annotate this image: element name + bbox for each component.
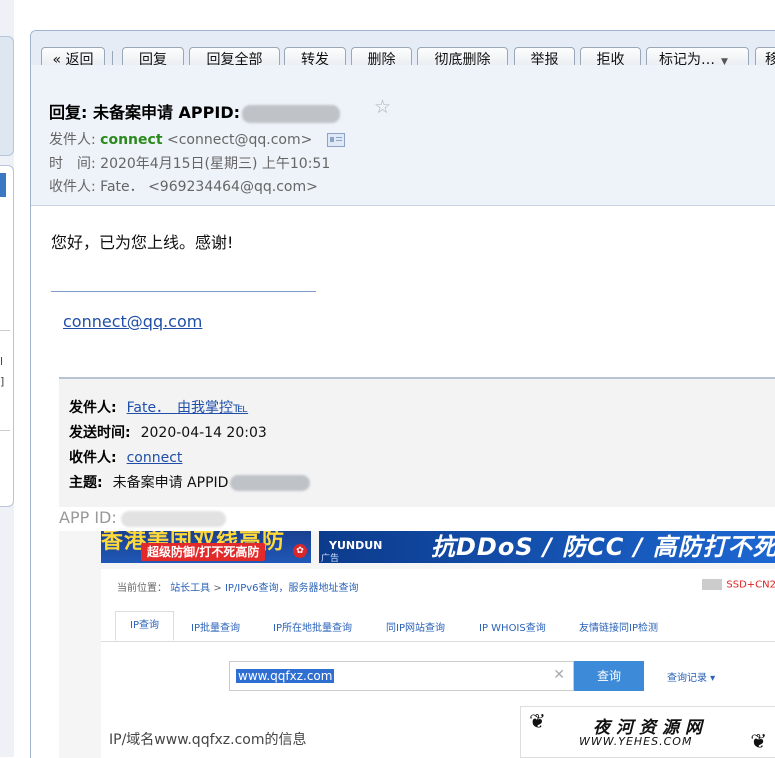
redacted-appid	[242, 104, 341, 123]
time-value: 2020年4月15日(星期三) 上午10:51	[100, 156, 331, 172]
sender-email: <connect@qq.com>	[166, 132, 313, 148]
mail-reader: « 返回 回复 回复全部 转发 删除 彻底删除 举报 拒收 标记为…▼ 移 回复…	[30, 30, 775, 758]
redacted-appid	[230, 475, 311, 491]
ip-search-input: www.qqfxz.com ✕	[229, 661, 574, 691]
ad-left-sub: 超级防御/打不死高防	[141, 543, 266, 561]
contact-card-icon[interactable]	[326, 133, 345, 147]
quote-to-row: 收件人: connect	[69, 447, 182, 467]
breadcrumb-link-tools: 站长工具	[170, 583, 211, 594]
quote-sent-label: 发送时间:	[69, 425, 131, 441]
tab-ip-location-batch: IP所在地批量查询	[273, 623, 352, 634]
sidebar-divider	[0, 330, 10, 331]
sidebar-mark: ]	[0, 375, 5, 388]
ip-search-button: 查询	[574, 661, 644, 691]
tab-ip-whois: IP WHOIS查询	[479, 623, 546, 634]
ssd-ad-text: SSD+CN2	[726, 579, 775, 591]
sidebar-selected-indicator[interactable]	[0, 173, 6, 197]
ad-banner-left: 香港美国双线高防 超级防御/打不死高防 ✿	[101, 531, 311, 563]
tab-link-ip-check: 友情链接同IP检测	[579, 623, 658, 634]
recipient-value: Fate． <969234464@qq.com>	[100, 179, 318, 195]
watermark: ❦ ❦ 夜河资源网 WWW.YEHES.COM	[520, 706, 775, 758]
flag-icon: ✿	[293, 544, 307, 558]
appid-line: APP ID:	[59, 508, 226, 527]
recipient-label: 收件人:	[49, 179, 96, 195]
sender-label: 发件人:	[49, 132, 96, 148]
ip-info-heading: IP/域名www.qqfxz.com的信息	[109, 732, 307, 748]
quote-to-label: 收件人:	[69, 450, 117, 466]
breadcrumb-prefix: 当前位置：	[117, 583, 167, 594]
quote-to-value[interactable]: connect	[127, 450, 183, 466]
tab-same-ip-sites: 同IP网站查询	[386, 623, 445, 634]
quote-subject-label: 主题:	[69, 475, 103, 491]
breadcrumb-separator: >	[210, 583, 225, 594]
sidebar-panel	[0, 36, 14, 156]
ad-right-text: 抗DDoS / 防CC / 高防打不死	[431, 533, 775, 561]
time-label: 时 间:	[49, 156, 96, 172]
ornament-icon: ❦	[529, 709, 546, 733]
redacted-appid	[120, 510, 226, 527]
quoted-message: 发件人: Fate． 由我掌控℡ 发送时间: 2020-04-14 20:03 收件…	[59, 377, 775, 507]
quote-from-row: 发件人: Fate． 由我掌控℡	[69, 397, 248, 417]
ip-search-value: www.qqfxz.com	[236, 669, 335, 683]
quote-subject-row: 主题: 未备案申请 APPID	[69, 472, 311, 492]
mail-subject: 回复: 未备案申请 APPID:	[49, 99, 341, 123]
sidebar-mark: l	[0, 355, 4, 368]
recipient-row: 收件人: Fate． <969234464@qq.com>	[49, 176, 318, 196]
sidebar-divider	[0, 430, 10, 431]
appid-label: APP ID:	[59, 508, 117, 527]
ssd-ad: SSD+CN2	[702, 579, 775, 591]
mail-body: 您好，已为您上线。感谢!	[51, 233, 234, 252]
quote-sent-value: 2020-04-14 20:03	[140, 425, 267, 441]
ad-tag-icon	[702, 579, 723, 590]
ad-banner-right: YUNDUN 广告 抗DDoS / 防CC / 高防打不死	[319, 531, 775, 563]
mail-subject-text: 回复: 未备案申请 APPID:	[49, 103, 241, 122]
time-row: 时 间: 2020年4月15日(星期三) 上午10:51	[49, 153, 330, 173]
signature-link[interactable]: connect@qq.com	[63, 312, 202, 331]
sender-name[interactable]: connect	[100, 132, 162, 148]
left-sidebar-fragment: l ]	[0, 0, 14, 757]
star-icon[interactable]: ☆	[374, 96, 391, 118]
tab-ip-query: IP查询	[115, 611, 174, 641]
tab-ip-batch: IP批量查询	[191, 623, 240, 634]
query-history: 查询记录 ▾	[667, 673, 716, 684]
quote-from-value[interactable]: Fate． 由我掌控℡	[127, 400, 249, 416]
close-icon: ✕	[553, 667, 565, 683]
signature-divider	[51, 291, 316, 292]
watermark-en: WWW.YEHES.COM	[579, 735, 693, 748]
breadcrumb: 当前位置： 站长工具 > IP/IPv6查询，服务器地址查询	[117, 579, 359, 594]
quote-sent-row: 发送时间: 2020-04-14 20:03	[69, 422, 267, 442]
breadcrumb-link-ip: IP/IPv6查询，服务器地址查询	[224, 583, 359, 594]
ad-right-small: 广告	[321, 554, 340, 563]
quote-subject-value: 未备案申请 APPID	[112, 475, 229, 491]
quote-from-label: 发件人:	[69, 400, 117, 416]
sender-row: 发件人: connect <connect@qq.com>	[49, 129, 345, 149]
mail-header: 回复: 未备案申请 APPID: ☆ 发件人: connect <connect…	[31, 65, 775, 206]
ornament-icon: ❦	[750, 729, 767, 753]
lookup-tabs: IP查询 IP批量查询 IP所在地批量查询 同IP网站查询 IP WHOIS查询…	[101, 611, 775, 642]
sidebar-folder-panel	[0, 165, 14, 507]
